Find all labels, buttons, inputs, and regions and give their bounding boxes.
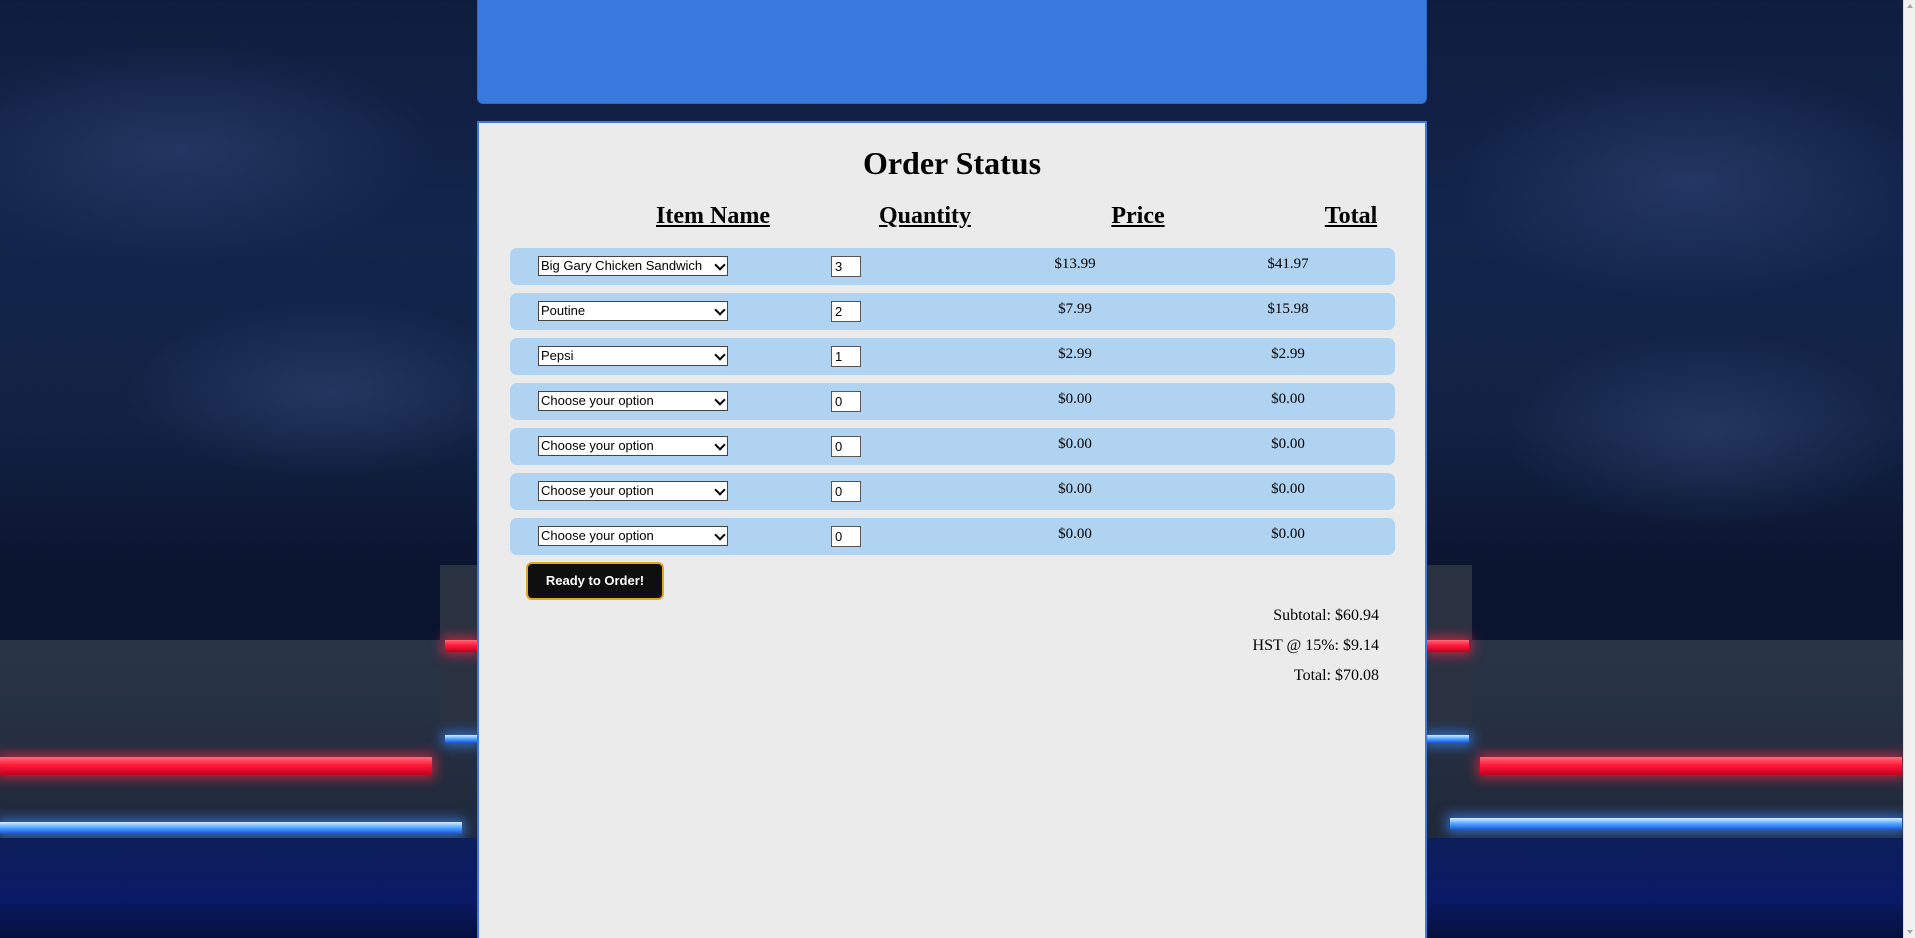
column-header-total: Total bbox=[1324, 203, 1378, 229]
scroll-down-icon[interactable] bbox=[1907, 930, 1913, 934]
total-cell: $0.00 bbox=[1271, 526, 1305, 542]
order-panel: Order Status Item Name Quantity Price To… bbox=[477, 121, 1427, 938]
item-select[interactable]: Choose your option bbox=[538, 436, 728, 456]
ready-to-order-button[interactable]: Ready to Order! bbox=[526, 562, 664, 600]
item-select[interactable]: Poutine bbox=[538, 301, 728, 321]
chevron-down-icon bbox=[714, 394, 726, 406]
item-select[interactable]: Choose your option bbox=[538, 391, 728, 411]
chevron-down-icon bbox=[714, 529, 726, 541]
price-cell: $7.99 bbox=[1058, 301, 1092, 317]
order-row: Choose your option 0 $0.00 $0.00 bbox=[510, 473, 1395, 510]
item-select-value: Choose your option bbox=[541, 438, 654, 453]
column-header-item-name: Item Name bbox=[656, 203, 770, 229]
price-cell: $13.99 bbox=[1054, 256, 1096, 272]
price-cell: $0.00 bbox=[1058, 481, 1092, 497]
column-header-quantity: Quantity bbox=[878, 203, 971, 229]
total-cell: $0.00 bbox=[1271, 481, 1305, 497]
chevron-down-icon bbox=[714, 304, 726, 316]
quantity-input[interactable]: 0 bbox=[831, 481, 861, 502]
price-cell: $0.00 bbox=[1058, 526, 1092, 542]
item-select-value: Choose your option bbox=[541, 483, 654, 498]
page-scrollbar[interactable] bbox=[1903, 0, 1915, 938]
page-title: Order Status bbox=[862, 145, 1042, 181]
header-banner bbox=[477, 0, 1427, 104]
column-header-price: Price bbox=[1111, 203, 1165, 229]
subtotal-text: Subtotal: $60.94 bbox=[1273, 607, 1379, 624]
item-select-value: Big Gary Chicken Sandwich bbox=[541, 258, 703, 273]
total-cell: $15.98 bbox=[1267, 301, 1309, 317]
quantity-input[interactable]: 0 bbox=[831, 526, 861, 547]
item-select-value: Choose your option bbox=[541, 528, 654, 543]
total-cell: $0.00 bbox=[1271, 391, 1305, 407]
quantity-input[interactable]: 0 bbox=[831, 391, 861, 412]
item-select-value: Poutine bbox=[541, 303, 586, 318]
chevron-down-icon bbox=[714, 439, 726, 451]
order-row: Pepsi 1 $2.99 $2.99 bbox=[510, 338, 1395, 375]
quantity-input[interactable]: 2 bbox=[831, 301, 861, 322]
total-cell: $41.97 bbox=[1267, 256, 1309, 272]
price-cell: $0.00 bbox=[1058, 391, 1092, 407]
order-row: Big Gary Chicken Sandwich 3 $13.99 $41.9… bbox=[510, 248, 1395, 285]
chevron-down-icon bbox=[714, 484, 726, 496]
order-row: Poutine 2 $7.99 $15.98 bbox=[510, 293, 1395, 330]
scroll-up-icon[interactable] bbox=[1907, 4, 1913, 8]
item-select[interactable]: Big Gary Chicken Sandwich bbox=[538, 256, 728, 276]
quantity-input[interactable]: 0 bbox=[831, 436, 861, 457]
total-cell: $0.00 bbox=[1271, 436, 1305, 452]
item-select-value: Pepsi bbox=[541, 348, 574, 363]
tax-text: HST @ 15%: $9.14 bbox=[1252, 637, 1379, 654]
item-select[interactable]: Choose your option bbox=[538, 526, 728, 546]
total-text: Total: $70.08 bbox=[1293, 667, 1379, 684]
item-select[interactable]: Pepsi bbox=[538, 346, 728, 366]
order-row: Choose your option 0 $0.00 $0.00 bbox=[510, 518, 1395, 555]
quantity-input[interactable]: 1 bbox=[831, 346, 861, 367]
item-select[interactable]: Choose your option bbox=[538, 481, 728, 501]
order-row: Choose your option 0 $0.00 $0.00 bbox=[510, 383, 1395, 420]
quantity-input[interactable]: 3 bbox=[831, 256, 861, 277]
chevron-down-icon bbox=[714, 259, 726, 271]
chevron-down-icon bbox=[714, 349, 726, 361]
order-row: Choose your option 0 $0.00 $0.00 bbox=[510, 428, 1395, 465]
total-cell: $2.99 bbox=[1271, 346, 1305, 362]
price-cell: $2.99 bbox=[1058, 346, 1092, 362]
item-select-value: Choose your option bbox=[541, 393, 654, 408]
price-cell: $0.00 bbox=[1058, 436, 1092, 452]
